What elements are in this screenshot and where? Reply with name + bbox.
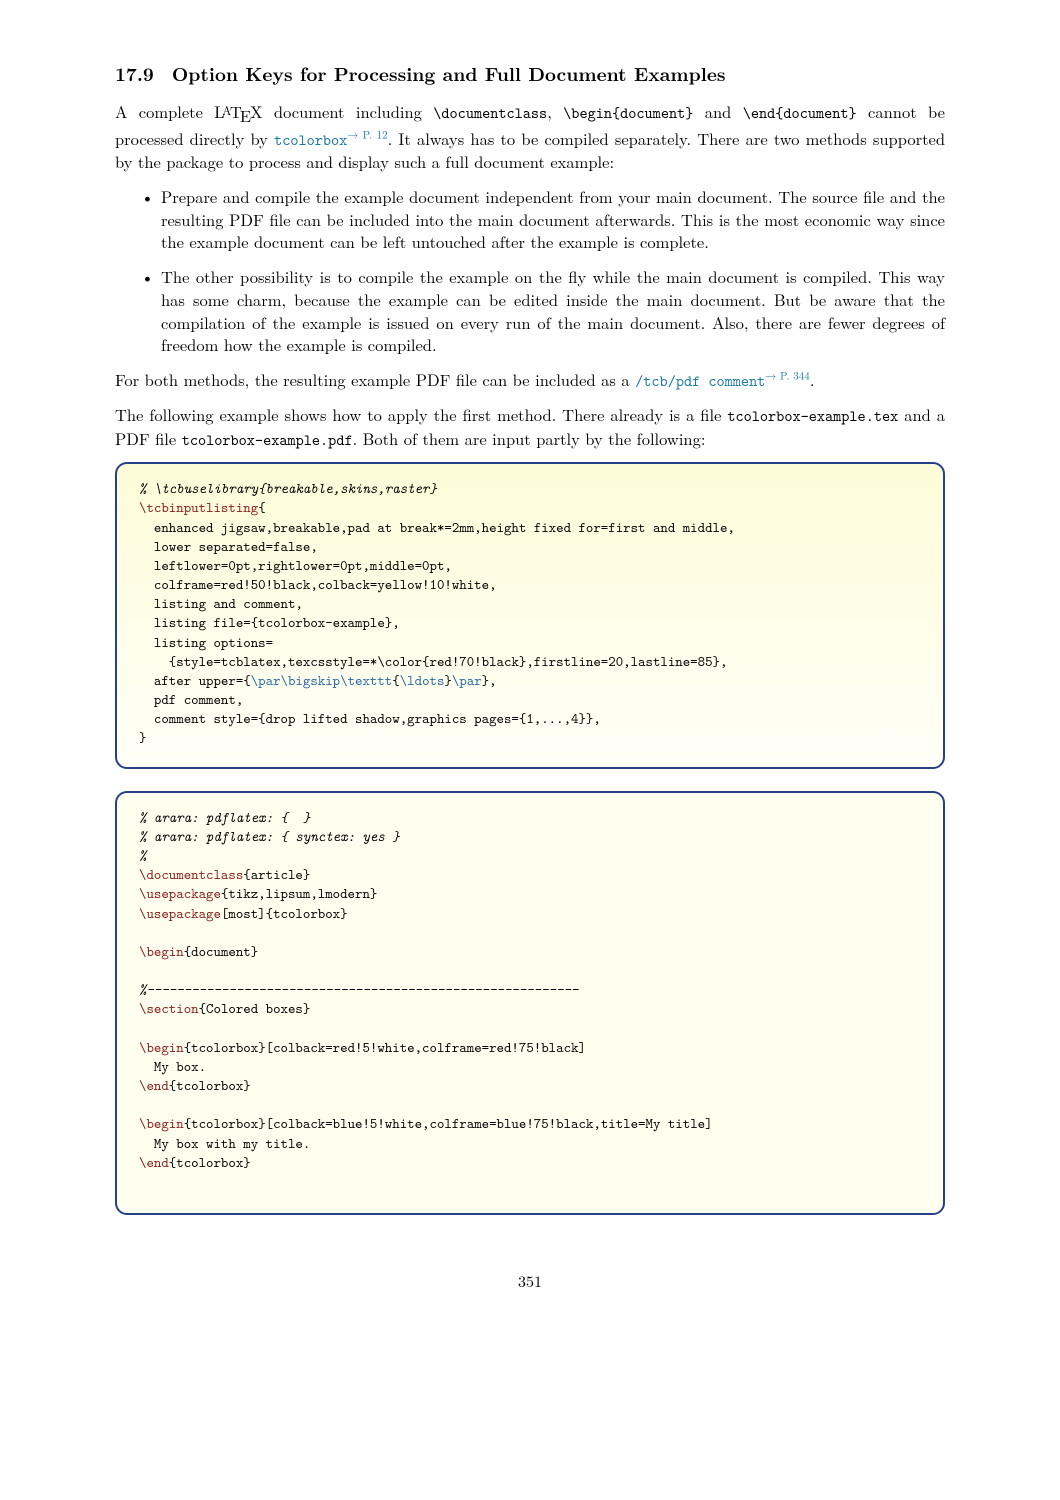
- code-listing-input: % \tcbuselibrary{breakable,skins,raster}…: [115, 462, 945, 768]
- link-pdf-comment[interactable]: /tcb/pdf comment: [635, 370, 765, 391]
- list-item: The other possibility is to compile the …: [145, 265, 945, 356]
- filename-tex: tcolorbox-example.tex: [727, 405, 898, 426]
- intro-paragraph: A complete LATeX document including \doc…: [115, 100, 945, 173]
- section-number: 17.9: [115, 59, 154, 87]
- paragraph-example-intro: The following example shows how to apply…: [115, 403, 945, 450]
- code-listing-output: % arara: pdflatex: { } % arara: pdflatex…: [115, 791, 945, 1215]
- latex-logo: LATeX: [214, 100, 262, 126]
- pageref-pdf-comment[interactable]: → P. 344: [765, 369, 809, 384]
- cmd-documentclass: \documentclass: [433, 102, 547, 123]
- filename-pdf: tcolorbox-example.pdf: [182, 429, 353, 450]
- cmd-begin-document: \begin{document}: [563, 102, 693, 123]
- pageref-tcolorbox[interactable]: → P. 12: [347, 127, 387, 142]
- cmd-end-document: \end{document}: [743, 102, 857, 123]
- section-heading: 17.9 Option Keys for Processing and Full …: [115, 60, 945, 86]
- page-number: 351: [115, 1270, 945, 1292]
- section-title: Option Keys for Processing and Full Docu…: [172, 59, 726, 87]
- method-list: Prepare and compile the example document…: [115, 185, 945, 356]
- list-item: Prepare and compile the example document…: [145, 185, 945, 253]
- paragraph-pdf-comment: For both methods, the resulting example …: [115, 368, 945, 391]
- link-tcolorbox[interactable]: tcolorbox: [274, 129, 347, 150]
